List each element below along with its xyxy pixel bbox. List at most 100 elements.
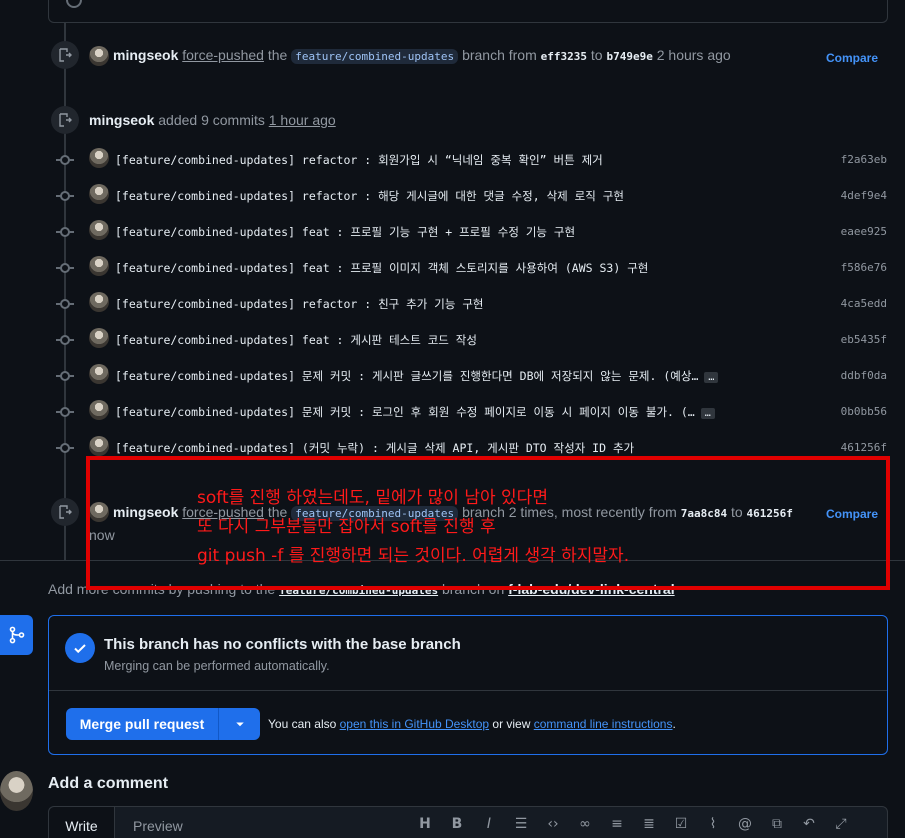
- compare-button[interactable]: Compare: [826, 51, 878, 65]
- git-commit-icon: [56, 191, 74, 201]
- commit-message-text[interactable]: [feature/combined-updates] refactor : 친구…: [115, 297, 484, 311]
- force-pushed-link[interactable]: force-pushed: [182, 47, 264, 63]
- commit-sha[interactable]: 0b0bb56: [841, 405, 887, 418]
- commit-sha[interactable]: f2a63eb: [841, 153, 887, 166]
- commit-row: [feature/combined-updates] feat : 게시판 테스…: [56, 328, 890, 350]
- commit-message-text[interactable]: [feature/combined-updates] feat : 프로필 이미…: [115, 261, 648, 275]
- avatar[interactable]: [89, 148, 109, 168]
- quote-icon[interactable]: ☰: [505, 816, 537, 836]
- git-merge-icon: [0, 615, 33, 655]
- commit-sha[interactable]: eb5435f: [841, 333, 887, 346]
- avatar[interactable]: [89, 46, 109, 66]
- avatar[interactable]: [89, 184, 109, 204]
- avatar[interactable]: [89, 256, 109, 276]
- link-icon[interactable]: ∞: [569, 816, 601, 836]
- merge-note-text: .: [672, 717, 676, 731]
- merge-button-group: Merge pull request: [66, 708, 260, 740]
- italic-icon[interactable]: I: [473, 816, 505, 836]
- command-line-link[interactable]: command line instructions: [534, 717, 673, 731]
- commit-message-text[interactable]: [feature/combined-updates] 문제 커밋 : 게시판 글…: [115, 369, 698, 383]
- merge-pull-request-button[interactable]: Merge pull request: [66, 708, 219, 740]
- merge-title: This branch has no conflicts with the ba…: [104, 636, 461, 653]
- expand-message-button[interactable]: …: [700, 408, 715, 419]
- task-list-icon[interactable]: ☑: [665, 816, 697, 836]
- merge-status: This branch has no conflicts with the ba…: [49, 616, 887, 691]
- avatar[interactable]: [89, 220, 109, 240]
- merge-note: You can also open this in GitHub Desktop…: [268, 717, 676, 731]
- event-user[interactable]: mingseok: [113, 47, 178, 63]
- commit-row: [feature/combined-updates] refactor : 회원…: [56, 148, 890, 170]
- commit-sha[interactable]: 461256f: [841, 441, 887, 454]
- comment-title: Add a comment: [48, 775, 169, 792]
- commit-message[interactable]: [feature/combined-updates] (커밋 누락) : 게시글…: [115, 440, 634, 456]
- commit-sha[interactable]: ddbf0da: [841, 369, 887, 382]
- commit-sha[interactable]: 4ca5edd: [841, 297, 887, 310]
- mention-icon[interactable]: @: [729, 816, 761, 836]
- force-push-event-1: mingseok force-pushed the feature/combin…: [113, 47, 731, 64]
- annotation-text: soft를 진행 하였는데도, 밑에가 많이 남아 있다면 또 다시 그부분들만…: [197, 484, 629, 571]
- from-sha[interactable]: eff3235: [541, 50, 587, 63]
- git-commit-icon: [56, 407, 74, 417]
- commits-added-event: mingseok added 9 commits 1 hour ago: [89, 112, 336, 128]
- tab-write[interactable]: Write: [49, 807, 115, 838]
- commit-message-text[interactable]: [feature/combined-updates] feat : 게시판 테스…: [115, 333, 477, 347]
- commit-message[interactable]: [feature/combined-updates] refactor : 해당…: [115, 188, 624, 204]
- bold-icon[interactable]: B: [441, 816, 473, 836]
- commit-message-text[interactable]: [feature/combined-updates] feat : 프로필 기능…: [115, 225, 575, 239]
- merge-note-text: You can also: [268, 717, 337, 731]
- avatar[interactable]: [0, 771, 33, 811]
- commit-message-text[interactable]: [feature/combined-updates] (커밋 누락) : 게시글…: [115, 441, 634, 455]
- avatar[interactable]: [89, 292, 109, 312]
- merge-note-text: or view: [492, 717, 531, 731]
- merge-subtitle: Merging can be performed automatically.: [104, 659, 330, 673]
- commit-sha[interactable]: 4def9e4: [841, 189, 887, 202]
- commit-row: [feature/combined-updates] feat : 프로필 이미…: [56, 256, 890, 278]
- merge-options-dropdown[interactable]: [219, 708, 260, 740]
- commit-sha[interactable]: f586e76: [841, 261, 887, 274]
- event-time-link[interactable]: 1 hour ago: [269, 112, 336, 128]
- markdown-toolbar: H B I ☰ ‹› ∞ ≡ ≣ ☑ ⌇ @ ⧉ ↶ ⤢: [409, 816, 857, 836]
- avatar[interactable]: [89, 400, 109, 420]
- event-text: branch from: [462, 47, 537, 63]
- commit-sha[interactable]: eaee925: [841, 225, 887, 238]
- commit-message[interactable]: [feature/combined-updates] feat : 게시판 테스…: [115, 332, 477, 348]
- event-time[interactable]: 2 hours ago: [657, 47, 731, 63]
- commit-message[interactable]: [feature/combined-updates] refactor : 친구…: [115, 296, 484, 312]
- commit-message[interactable]: [feature/combined-updates] feat : 프로필 기능…: [115, 224, 575, 240]
- unordered-list-icon[interactable]: ≣: [633, 816, 665, 836]
- commit-row: [feature/combined-updates] refactor : 해당…: [56, 184, 890, 206]
- avatar[interactable]: [89, 364, 109, 384]
- branch-label[interactable]: feature/combined-updates: [291, 49, 459, 64]
- attach-icon[interactable]: ⌇: [697, 816, 729, 836]
- to-sha[interactable]: b749e9e: [606, 50, 652, 63]
- avatar[interactable]: [89, 436, 109, 456]
- commit-row: [feature/combined-updates] 문제 커밋 : 로그인 후…: [56, 400, 890, 422]
- push-icon: [51, 106, 79, 134]
- event-user[interactable]: mingseok: [89, 112, 154, 128]
- git-commit-icon: [56, 335, 74, 345]
- open-desktop-link[interactable]: open this in GitHub Desktop: [340, 717, 489, 731]
- reply-icon[interactable]: ↶: [793, 816, 825, 836]
- caret-down-icon: [235, 722, 244, 727]
- force-push-icon: [51, 498, 79, 526]
- timeline-line: [64, 0, 66, 560]
- git-commit-icon: [56, 443, 74, 453]
- avatar[interactable]: [89, 328, 109, 348]
- commit-message-text[interactable]: [feature/combined-updates] refactor : 해당…: [115, 189, 624, 203]
- ordered-list-icon[interactable]: ≡: [601, 816, 633, 836]
- code-icon[interactable]: ‹›: [537, 816, 569, 836]
- heading-icon[interactable]: H: [409, 816, 441, 836]
- commit-message-text[interactable]: [feature/combined-updates] 문제 커밋 : 로그인 후…: [115, 405, 695, 419]
- tab-preview[interactable]: Preview: [133, 818, 183, 834]
- reference-icon[interactable]: ⧉: [761, 816, 793, 836]
- commit-message[interactable]: [feature/combined-updates] feat : 프로필 이미…: [115, 260, 648, 276]
- commit-message[interactable]: [feature/combined-updates] 문제 커밋 : 로그인 후…: [115, 404, 715, 420]
- comment-editor: Write Preview H B I ☰ ‹› ∞ ≡ ≣ ☑ ⌇ @ ⧉ ↶…: [48, 806, 888, 838]
- previous-timeline-box: [48, 0, 888, 23]
- commit-message[interactable]: [feature/combined-updates] refactor : 회원…: [115, 152, 603, 168]
- fullscreen-icon[interactable]: ⤢: [825, 816, 857, 836]
- check-icon: [65, 633, 95, 663]
- expand-message-button[interactable]: …: [704, 372, 719, 383]
- commit-message-text[interactable]: [feature/combined-updates] refactor : 회원…: [115, 153, 603, 167]
- commit-message[interactable]: [feature/combined-updates] 문제 커밋 : 게시판 글…: [115, 368, 719, 384]
